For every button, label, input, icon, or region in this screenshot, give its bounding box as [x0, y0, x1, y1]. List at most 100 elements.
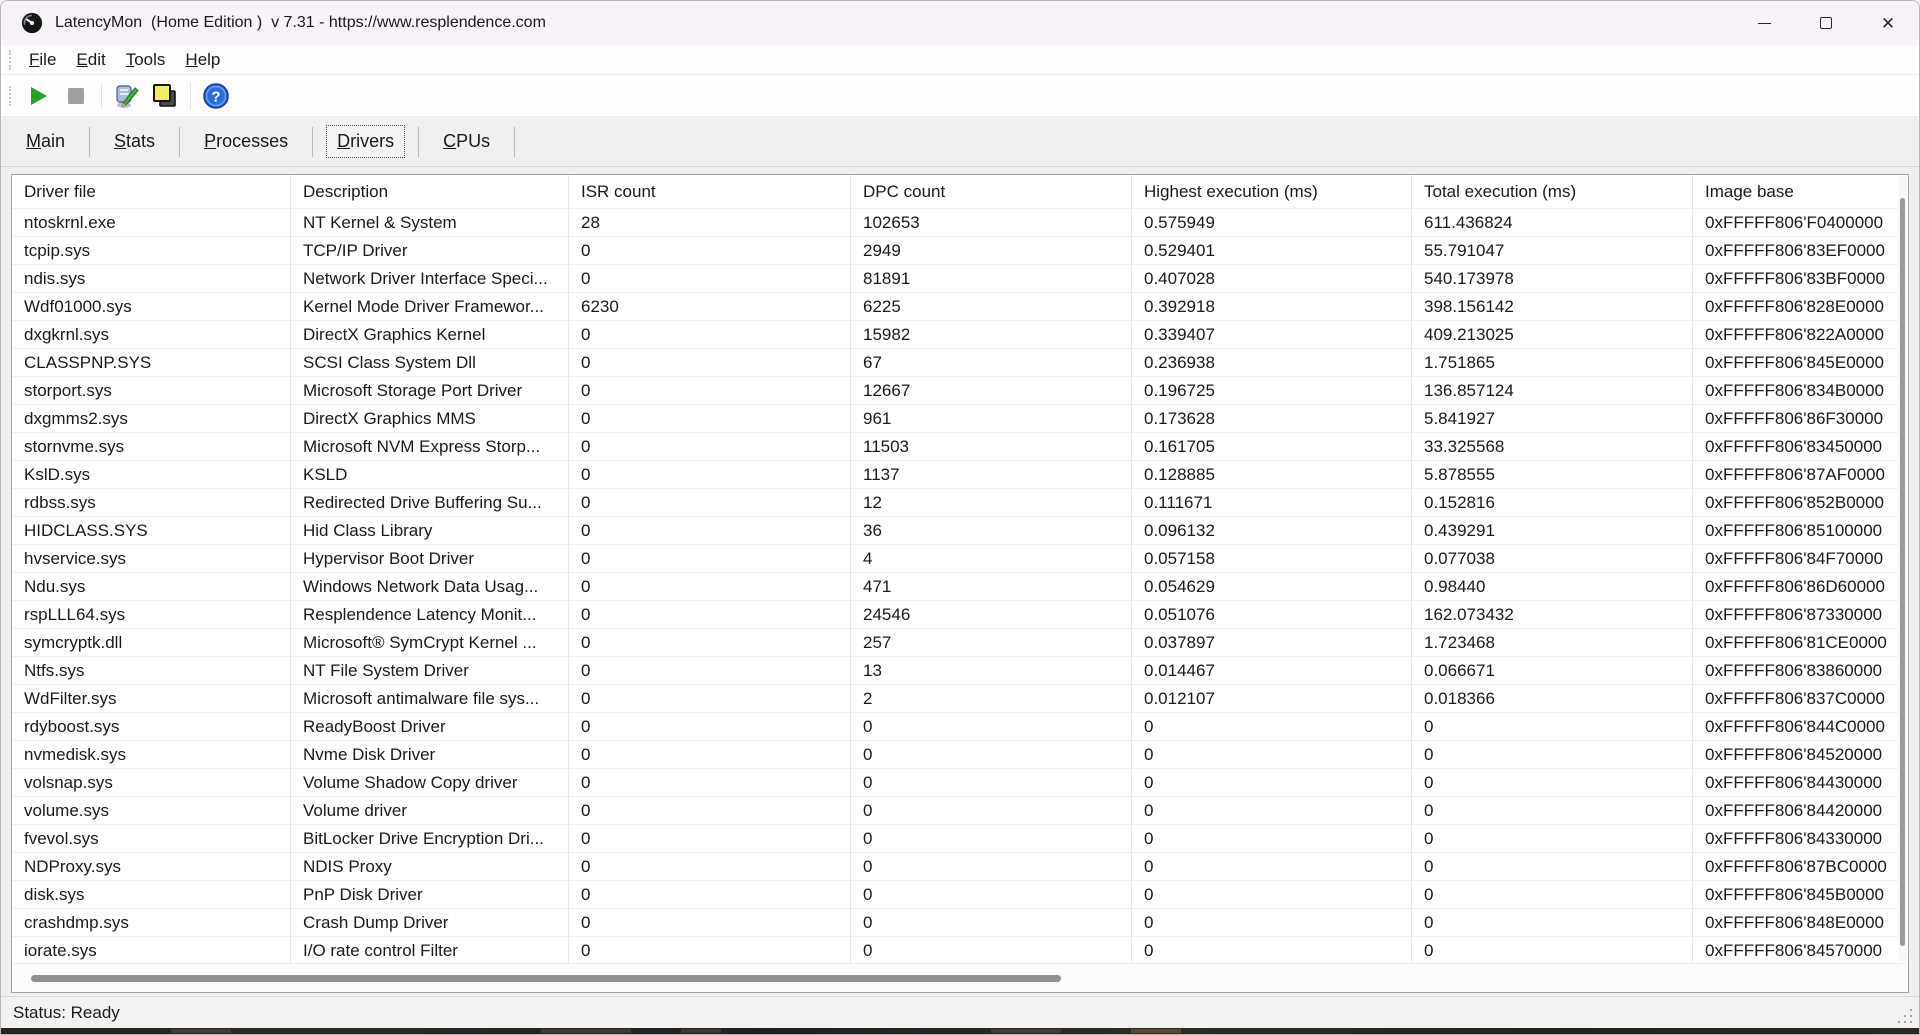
menu-gripper [9, 50, 13, 70]
table-cell: Resplendence Latency Monit... [291, 600, 569, 628]
table-row[interactable]: nvmedisk.sysNvme Disk Driver00000xFFFFF8… [12, 740, 1908, 768]
menu-item-edit[interactable]: Edit [66, 47, 115, 73]
table-row[interactable]: tcpip.sysTCP/IP Driver029490.52940155.79… [12, 236, 1908, 264]
horizontal-scrollbar-thumb[interactable] [31, 975, 1061, 982]
column-header[interactable]: Total execution (ms) [1412, 175, 1693, 208]
table-cell: 0 [569, 880, 851, 908]
maximize-button[interactable] [1795, 1, 1857, 45]
table-row[interactable]: stornvme.sysMicrosoft NVM Express Storp.… [12, 432, 1908, 460]
table-row[interactable]: rspLLL64.sysResplendence Latency Monit..… [12, 600, 1908, 628]
table-cell: WdFilter.sys [12, 684, 291, 712]
table-cell: 0 [851, 824, 1132, 852]
table-cell: 0.173628 [1132, 404, 1412, 432]
table-row[interactable]: WdFilter.sysMicrosoft antimalware file s… [12, 684, 1908, 712]
column-header[interactable]: Highest execution (ms) [1132, 175, 1412, 208]
table-cell: DirectX Graphics Kernel [291, 320, 569, 348]
table-cell: 0 [569, 320, 851, 348]
table-cell: 0 [569, 740, 851, 768]
svg-text:?: ? [211, 88, 220, 105]
tab-main[interactable]: Main [15, 125, 76, 158]
table-cell: 28 [569, 208, 851, 236]
table-cell: 0 [569, 348, 851, 376]
table-cell: 0.012107 [1132, 684, 1412, 712]
toolbar-gripper [9, 86, 13, 106]
copy-icon [151, 82, 179, 110]
column-header[interactable]: DPC count [851, 175, 1132, 208]
table-row[interactable]: Wdf01000.sysKernel Mode Driver Framewor.… [12, 292, 1908, 320]
vertical-scrollbar-thumb[interactable] [1900, 198, 1905, 946]
table-cell: volsnap.sys [12, 768, 291, 796]
stop-icon [67, 87, 85, 105]
vertical-scrollbar[interactable] [1898, 176, 1907, 962]
table-row[interactable]: crashdmp.sysCrash Dump Driver00000xFFFFF… [12, 908, 1908, 936]
menu-item-file[interactable]: File [19, 47, 66, 73]
table-row[interactable]: iorate.sysI/O rate control Filter00000xF… [12, 936, 1908, 964]
table-cell: NT Kernel & System [291, 208, 569, 236]
table-row[interactable]: volume.sysVolume driver00000xFFFFF806'84… [12, 796, 1908, 824]
taskbar-sliver [1, 1028, 1919, 1034]
table-row[interactable]: dxgmms2.sysDirectX Graphics MMS09610.173… [12, 404, 1908, 432]
table-row[interactable]: rdyboost.sysReadyBoost Driver00000xFFFFF… [12, 712, 1908, 740]
tab-separator [179, 127, 180, 157]
column-header[interactable]: Driver file [12, 175, 291, 208]
resize-grip-icon[interactable] [1897, 1008, 1913, 1024]
maximize-icon [1820, 17, 1832, 29]
tab-cpus[interactable]: CPUs [432, 125, 501, 158]
table-cell: 6225 [851, 292, 1132, 320]
table-cell: Ntfs.sys [12, 656, 291, 684]
tab-drivers[interactable]: Drivers [326, 125, 405, 158]
table-row[interactable]: CLASSPNP.SYSSCSI Class System Dll0670.23… [12, 348, 1908, 376]
table-row[interactable]: volsnap.sysVolume Shadow Copy driver0000… [12, 768, 1908, 796]
table-row[interactable]: disk.sysPnP Disk Driver00000xFFFFF806'84… [12, 880, 1908, 908]
table-cell: 0 [851, 852, 1132, 880]
table-row[interactable]: Ntfs.sysNT File System Driver0130.014467… [12, 656, 1908, 684]
table-row[interactable]: KslD.sysKSLD011370.1288855.8785550xFFFFF… [12, 460, 1908, 488]
edit-report-button[interactable] [108, 79, 146, 113]
table-cell: 0xFFFFF806'852B0000 [1693, 488, 1908, 516]
table-cell: 0.161705 [1132, 432, 1412, 460]
table-cell: 0 [851, 768, 1132, 796]
tab-stats[interactable]: Stats [103, 125, 166, 158]
column-header[interactable]: Description [291, 175, 569, 208]
table-row[interactable]: hvservice.sysHypervisor Boot Driver040.0… [12, 544, 1908, 572]
minimize-button[interactable] [1733, 1, 1795, 45]
menu-item-help[interactable]: Help [175, 47, 230, 73]
table-row[interactable]: dxgkrnl.sysDirectX Graphics Kernel015982… [12, 320, 1908, 348]
column-header[interactable]: ISR count [569, 175, 851, 208]
table-cell: 0 [569, 824, 851, 852]
table-row[interactable]: HIDCLASS.SYSHid Class Library0360.096132… [12, 516, 1908, 544]
help-button[interactable]: ? [197, 79, 235, 113]
table-cell: NDProxy.sys [12, 852, 291, 880]
table-cell: 0 [1412, 880, 1693, 908]
table-row[interactable]: symcryptk.dllMicrosoft® SymCrypt Kernel … [12, 628, 1908, 656]
table-row[interactable]: Ndu.sysWindows Network Data Usag...04710… [12, 572, 1908, 600]
table-row[interactable]: rdbss.sysRedirected Drive Buffering Su..… [12, 488, 1908, 516]
table-row[interactable]: storport.sysMicrosoft Storage Port Drive… [12, 376, 1908, 404]
table-body: ntoskrnl.exeNT Kernel & System281026530.… [12, 208, 1908, 964]
table-cell: 471 [851, 572, 1132, 600]
table-cell: 0 [569, 852, 851, 880]
table-cell: 12667 [851, 376, 1132, 404]
table-cell: 0.037897 [1132, 628, 1412, 656]
table-cell: Hypervisor Boot Driver [291, 544, 569, 572]
column-header[interactable]: Image base [1693, 175, 1908, 208]
menu-item-tools[interactable]: Tools [116, 47, 176, 73]
table-cell: 0xFFFFF806'84430000 [1693, 768, 1908, 796]
horizontal-scrollbar[interactable] [13, 963, 1907, 992]
table-cell: 4 [851, 544, 1132, 572]
table-cell: 0.018366 [1412, 684, 1693, 712]
table-row[interactable]: ndis.sysNetwork Driver Interface Speci..… [12, 264, 1908, 292]
stop-monitor-button[interactable] [57, 79, 95, 113]
copy-screenshot-button[interactable] [146, 79, 184, 113]
table-cell: 0.014467 [1132, 656, 1412, 684]
close-button[interactable]: ✕ [1857, 1, 1919, 45]
table-cell: Microsoft® SymCrypt Kernel ... [291, 628, 569, 656]
table-row[interactable]: ntoskrnl.exeNT Kernel & System281026530.… [12, 208, 1908, 236]
table-cell: 0xFFFFF806'84520000 [1693, 740, 1908, 768]
start-monitor-button[interactable] [19, 79, 57, 113]
table-row[interactable]: fvevol.sysBitLocker Drive Encryption Dri… [12, 824, 1908, 852]
table-row[interactable]: NDProxy.sysNDIS Proxy00000xFFFFF806'87BC… [12, 852, 1908, 880]
tab-processes[interactable]: Processes [193, 125, 299, 158]
table-cell: 0 [569, 376, 851, 404]
table-cell: 0 [1132, 796, 1412, 824]
